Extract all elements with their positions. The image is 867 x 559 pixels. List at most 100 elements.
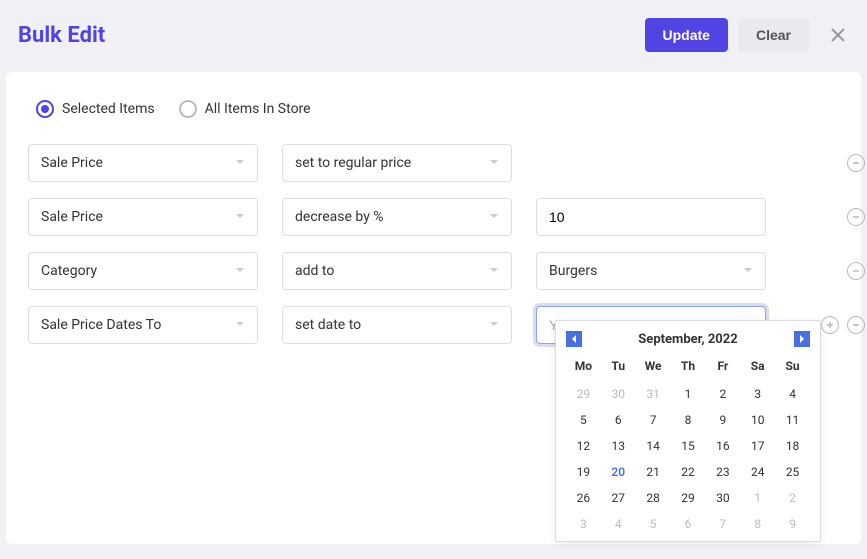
calendar-day[interactable]: 2 xyxy=(775,489,810,507)
edit-row: Sale Price decrease by % xyxy=(28,198,839,236)
chevron-down-icon xyxy=(489,155,499,171)
calendar-dow: Fr xyxy=(705,355,740,377)
value-select[interactable]: Burgers xyxy=(536,252,766,290)
chevron-down-icon xyxy=(235,317,245,333)
chevron-down-icon xyxy=(489,317,499,333)
chevron-down-icon xyxy=(743,263,753,279)
next-month-icon[interactable] xyxy=(794,331,810,347)
panel: Selected Items All Items In Store Sale P… xyxy=(6,72,861,544)
value-label: Burgers xyxy=(549,263,597,279)
calendar-day[interactable]: 26 xyxy=(566,489,601,507)
calendar-day[interactable]: 21 xyxy=(636,463,671,481)
chevron-down-icon xyxy=(235,209,245,225)
calendar-dow: Th xyxy=(671,355,706,377)
calendar-dow: Su xyxy=(775,355,810,377)
calendar-day[interactable]: 17 xyxy=(740,437,775,455)
operation-select[interactable]: set to regular price xyxy=(282,144,512,182)
clear-button[interactable]: Clear xyxy=(738,18,809,52)
chevron-down-icon xyxy=(489,263,499,279)
radio-label: All Items In Store xyxy=(205,101,311,117)
calendar-day[interactable]: 5 xyxy=(636,515,671,533)
calendar-day[interactable]: 27 xyxy=(601,489,636,507)
calendar-day[interactable]: 28 xyxy=(636,489,671,507)
calendar-day[interactable]: 4 xyxy=(775,385,810,403)
edit-rows: Sale Priceset to regular priceSale Price… xyxy=(28,144,839,344)
calendar-day[interactable]: 7 xyxy=(705,515,740,533)
field-select[interactable]: Sale Price xyxy=(28,198,258,236)
calendar-day[interactable]: 29 xyxy=(566,385,601,403)
calendar-day[interactable]: 4 xyxy=(601,515,636,533)
update-button[interactable]: Update xyxy=(645,18,728,52)
value-field[interactable] xyxy=(537,199,765,235)
calendar-day[interactable]: 22 xyxy=(671,463,706,481)
field-select[interactable]: Sale Price xyxy=(28,144,258,182)
operation-value: set date to xyxy=(295,317,361,333)
calendar-day[interactable]: 6 xyxy=(601,411,636,429)
chevron-down-icon xyxy=(235,263,245,279)
calendar-grid: MoTuWeThFrSaSu29303112345678910111213141… xyxy=(566,355,810,533)
edit-row: Sale Price set to regular price xyxy=(28,144,839,182)
operation-value: decrease by % xyxy=(295,209,384,225)
calendar-day[interactable]: 31 xyxy=(636,385,671,403)
calendar-day[interactable]: 14 xyxy=(636,437,671,455)
edit-row: Category add to Burgers xyxy=(28,252,839,290)
remove-row-icon[interactable] xyxy=(847,154,865,172)
radio-all-items[interactable]: All Items In Store xyxy=(179,100,311,118)
chevron-down-icon xyxy=(489,209,499,225)
radio-selected-items[interactable]: Selected Items xyxy=(36,100,155,118)
radio-label: Selected Items xyxy=(62,101,155,117)
calendar-day[interactable]: 1 xyxy=(740,489,775,507)
calendar-day[interactable]: 10 xyxy=(740,411,775,429)
calendar-day[interactable]: 18 xyxy=(775,437,810,455)
calendar-day[interactable]: 15 xyxy=(671,437,706,455)
calendar-title: September, 2022 xyxy=(638,332,737,347)
field-select[interactable]: Sale Price Dates To xyxy=(28,306,258,344)
calendar-day[interactable]: 2 xyxy=(705,385,740,403)
field-value: Sale Price Dates To xyxy=(41,317,161,333)
radio-icon xyxy=(36,100,54,118)
calendar-day[interactable]: 6 xyxy=(671,515,706,533)
operation-select[interactable]: set date to xyxy=(282,306,512,344)
close-icon[interactable] xyxy=(829,26,847,44)
calendar-dow: Sa xyxy=(740,355,775,377)
scope-radios: Selected Items All Items In Store xyxy=(28,100,839,118)
calendar-day[interactable]: 13 xyxy=(601,437,636,455)
calendar-day[interactable]: 9 xyxy=(775,515,810,533)
calendar-day[interactable]: 8 xyxy=(740,515,775,533)
header: Bulk Edit Update Clear xyxy=(0,0,867,72)
calendar-day[interactable]: 1 xyxy=(671,385,706,403)
calendar-day[interactable]: 29 xyxy=(671,489,706,507)
calendar-day[interactable]: 20 xyxy=(601,463,636,481)
calendar-day[interactable]: 8 xyxy=(671,411,706,429)
calendar-day[interactable]: 12 xyxy=(566,437,601,455)
calendar-day[interactable]: 23 xyxy=(705,463,740,481)
calendar-day[interactable]: 30 xyxy=(705,489,740,507)
remove-row-icon[interactable] xyxy=(847,262,865,280)
operation-select[interactable]: add to xyxy=(282,252,512,290)
field-select[interactable]: Category xyxy=(28,252,258,290)
calendar-day[interactable]: 5 xyxy=(566,411,601,429)
field-value: Category xyxy=(41,263,97,279)
operation-value: set to regular price xyxy=(295,155,411,171)
calendar-day[interactable]: 3 xyxy=(740,385,775,403)
calendar-day[interactable]: 30 xyxy=(601,385,636,403)
calendar-day[interactable]: 11 xyxy=(775,411,810,429)
prev-month-icon[interactable] xyxy=(566,331,582,347)
value-input[interactable] xyxy=(536,198,766,236)
operation-value: add to xyxy=(295,263,334,279)
calendar-day[interactable]: 25 xyxy=(775,463,810,481)
calendar-day[interactable]: 7 xyxy=(636,411,671,429)
add-row-icon[interactable] xyxy=(821,316,839,334)
field-value: Sale Price xyxy=(41,155,103,171)
calendar-day[interactable]: 19 xyxy=(566,463,601,481)
calendar-day[interactable]: 9 xyxy=(705,411,740,429)
remove-row-icon[interactable] xyxy=(847,316,865,334)
calendar-day[interactable]: 24 xyxy=(740,463,775,481)
radio-icon xyxy=(179,100,197,118)
date-picker[interactable]: September, 2022 MoTuWeThFrSaSu2930311234… xyxy=(555,320,821,542)
calendar-day[interactable]: 3 xyxy=(566,515,601,533)
remove-row-icon[interactable] xyxy=(847,208,865,226)
operation-select[interactable]: decrease by % xyxy=(282,198,512,236)
calendar-dow: We xyxy=(636,355,671,377)
calendar-day[interactable]: 16 xyxy=(705,437,740,455)
